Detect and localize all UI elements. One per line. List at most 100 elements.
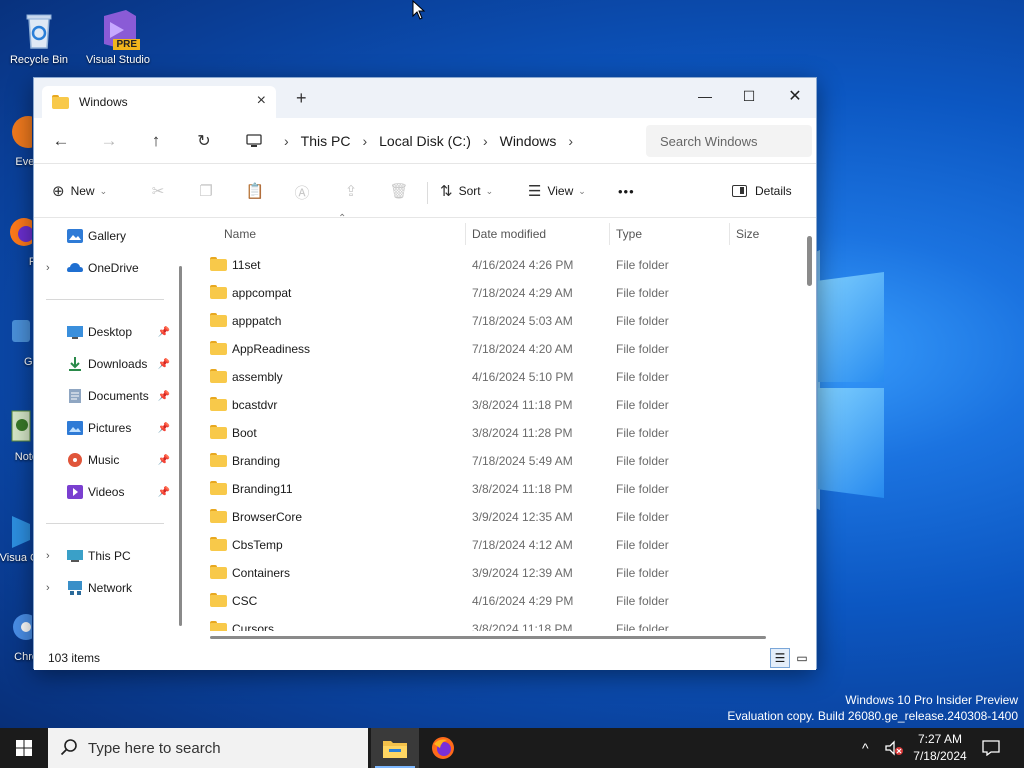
column-header-date-modified[interactable]: Date modified	[472, 219, 546, 249]
table-row[interactable]: bcastdvr 3/8/2024 11:18 PM File folder	[204, 391, 800, 419]
breadcrumb[interactable]: › This PC › Local Disk (C:) › Windows ›	[274, 125, 636, 157]
nav-item-label: Documents	[88, 389, 149, 403]
column-header-type[interactable]: Type	[616, 219, 642, 249]
breadcrumb-chevron-icon[interactable]: ›	[483, 133, 488, 149]
expand-chevron-icon[interactable]: ›	[46, 550, 50, 562]
nav-item-downloads[interactable]: Downloads 📌	[34, 351, 184, 377]
taskbar-firefox[interactable]	[419, 728, 467, 768]
nav-item-gallery[interactable]: Gallery	[34, 223, 184, 249]
sort-button[interactable]: ⇅ Sort ⌄	[440, 178, 493, 204]
vertical-scrollbar[interactable]	[807, 236, 812, 286]
nav-item-pictures[interactable]: Pictures 📌	[34, 415, 184, 441]
share-icon[interactable]: ⇪	[341, 182, 361, 202]
table-row[interactable]: CSC 4/16/2024 4:29 PM File folder	[204, 587, 800, 615]
pin-icon[interactable]: 📌	[158, 327, 170, 338]
expand-chevron-icon[interactable]: ›	[46, 582, 50, 594]
more-options-button[interactable]: •••	[618, 178, 635, 204]
folder-icon	[210, 509, 227, 523]
new-button[interactable]: ⊕ New ⌄	[52, 178, 107, 204]
tiles-view-icon[interactable]: ▭	[792, 648, 812, 668]
nav-scrollbar[interactable]	[179, 266, 182, 626]
horizontal-scrollbar[interactable]	[210, 636, 766, 639]
minimize-button[interactable]: —	[682, 82, 728, 110]
delete-icon[interactable]: 🗑	[389, 182, 409, 202]
nav-item-network[interactable]: › Network	[34, 575, 184, 601]
table-row[interactable]: CbsTemp 7/18/2024 4:12 AM File folder	[204, 531, 800, 559]
breadcrumb-chevron-icon[interactable]: ›	[362, 133, 367, 149]
details-view-icon[interactable]: ☰	[770, 648, 790, 668]
rename-icon[interactable]: Ⓐ	[292, 182, 312, 202]
cut-icon[interactable]: ✂	[148, 182, 168, 202]
visual-studio-shortcut[interactable]: PRE Visual Studio	[80, 8, 156, 66]
table-row[interactable]: AppReadiness 7/18/2024 4:20 AM File folder	[204, 335, 800, 363]
paste-icon[interactable]: 📋	[245, 182, 265, 202]
pin-icon[interactable]: 📌	[158, 359, 170, 370]
breadcrumb-this-pc[interactable]: This PC	[301, 133, 351, 149]
nav-item-videos[interactable]: Videos 📌	[34, 479, 184, 505]
pin-icon[interactable]: 📌	[158, 455, 170, 466]
pin-icon[interactable]: 📌	[158, 487, 170, 498]
table-row[interactable]: Containers 3/9/2024 12:39 AM File folder	[204, 559, 800, 587]
details-pane-icon	[732, 185, 747, 197]
table-row[interactable]: Boot 3/8/2024 11:28 PM File folder	[204, 419, 800, 447]
folder-icon	[210, 565, 227, 579]
refresh-icon[interactable]: ↻	[191, 128, 217, 154]
nav-item-documents[interactable]: Documents 📌	[34, 383, 184, 409]
search-input[interactable]: Search Windows	[646, 125, 812, 157]
table-row[interactable]: 11set 4/16/2024 4:26 PM File folder	[204, 251, 800, 279]
computer-location-icon[interactable]	[246, 134, 262, 151]
close-tab-icon[interactable]: ×	[257, 93, 266, 109]
taskbar-file-explorer[interactable]	[371, 728, 419, 768]
column-divider[interactable]	[609, 223, 610, 245]
table-row[interactable]: assembly 4/16/2024 5:10 PM File folder	[204, 363, 800, 391]
close-window-button[interactable]: ✕	[772, 82, 818, 110]
file-rows: 11set 4/16/2024 4:26 PM File folder appcomp…	[190, 249, 816, 631]
column-header-size[interactable]: Size	[736, 219, 759, 249]
folder-icon	[210, 313, 227, 327]
table-row[interactable]: appcompat 7/18/2024 4:29 AM File folder	[204, 279, 800, 307]
title-bar[interactable]: Windows × + — ☐ ✕	[34, 78, 816, 118]
table-row[interactable]: BrowserCore 3/9/2024 12:35 AM File folder	[204, 503, 800, 531]
pre-badge: PRE	[113, 39, 140, 50]
new-tab-button[interactable]: +	[296, 88, 307, 109]
copy-icon[interactable]: ❐	[196, 182, 216, 202]
nav-item-label: OneDrive	[88, 261, 139, 275]
tray-overflow-chevron[interactable]: ^	[862, 728, 869, 768]
column-divider[interactable]	[465, 223, 466, 245]
breadcrumb-local-disk[interactable]: Local Disk (C:)	[379, 133, 471, 149]
back-arrow-icon[interactable]: ←	[48, 128, 74, 154]
table-row[interactable]: Branding11 3/8/2024 11:18 PM File folder	[204, 475, 800, 503]
file-date-modified: 7/18/2024 5:03 AM	[472, 314, 573, 328]
maximize-button[interactable]: ☐	[726, 82, 772, 110]
breadcrumb-chevron-icon[interactable]: ›	[568, 133, 573, 149]
file-date-modified: 3/8/2024 11:18 PM	[472, 622, 573, 631]
pin-icon[interactable]: 📌	[158, 423, 170, 434]
file-name: assembly	[232, 370, 283, 384]
file-date-modified: 3/8/2024 11:18 PM	[472, 398, 573, 412]
file-type: File folder	[616, 482, 669, 496]
column-header-name[interactable]: Name	[224, 219, 256, 249]
up-arrow-icon[interactable]: ↑	[143, 128, 169, 154]
details-button[interactable]: Details	[732, 178, 792, 204]
pin-icon[interactable]: 📌	[158, 391, 170, 402]
view-button[interactable]: ☰ View ⌄	[528, 178, 586, 204]
table-row[interactable]: Branding 7/18/2024 5:49 AM File folder	[204, 447, 800, 475]
breadcrumb-chevron-icon[interactable]: ›	[284, 133, 289, 149]
nav-item-onedrive[interactable]: › OneDrive	[34, 255, 184, 281]
table-row[interactable]: Cursors 3/8/2024 11:18 PM File folder	[204, 615, 800, 631]
nav-item-this-pc[interactable]: › This PC	[34, 543, 184, 569]
clock[interactable]: 7:27 AM 7/18/2024	[898, 731, 982, 765]
nav-item-music[interactable]: Music 📌	[34, 447, 184, 473]
expand-chevron-icon[interactable]: ›	[46, 262, 50, 274]
notification-center-icon[interactable]	[982, 728, 1000, 768]
file-name: Boot	[232, 426, 257, 440]
nav-item-desktop[interactable]: Desktop 📌	[34, 319, 184, 345]
recycle-bin-shortcut[interactable]: Recycle Bin	[1, 8, 77, 66]
taskbar-search-box[interactable]: Type here to search	[48, 728, 368, 768]
forward-arrow-icon[interactable]: →	[96, 128, 122, 154]
column-divider[interactable]	[729, 223, 730, 245]
breadcrumb-windows[interactable]: Windows	[500, 133, 557, 149]
start-button[interactable]	[0, 728, 48, 768]
tab-windows[interactable]: Windows ×	[42, 86, 276, 118]
table-row[interactable]: apppatch 7/18/2024 5:03 AM File folder	[204, 307, 800, 335]
